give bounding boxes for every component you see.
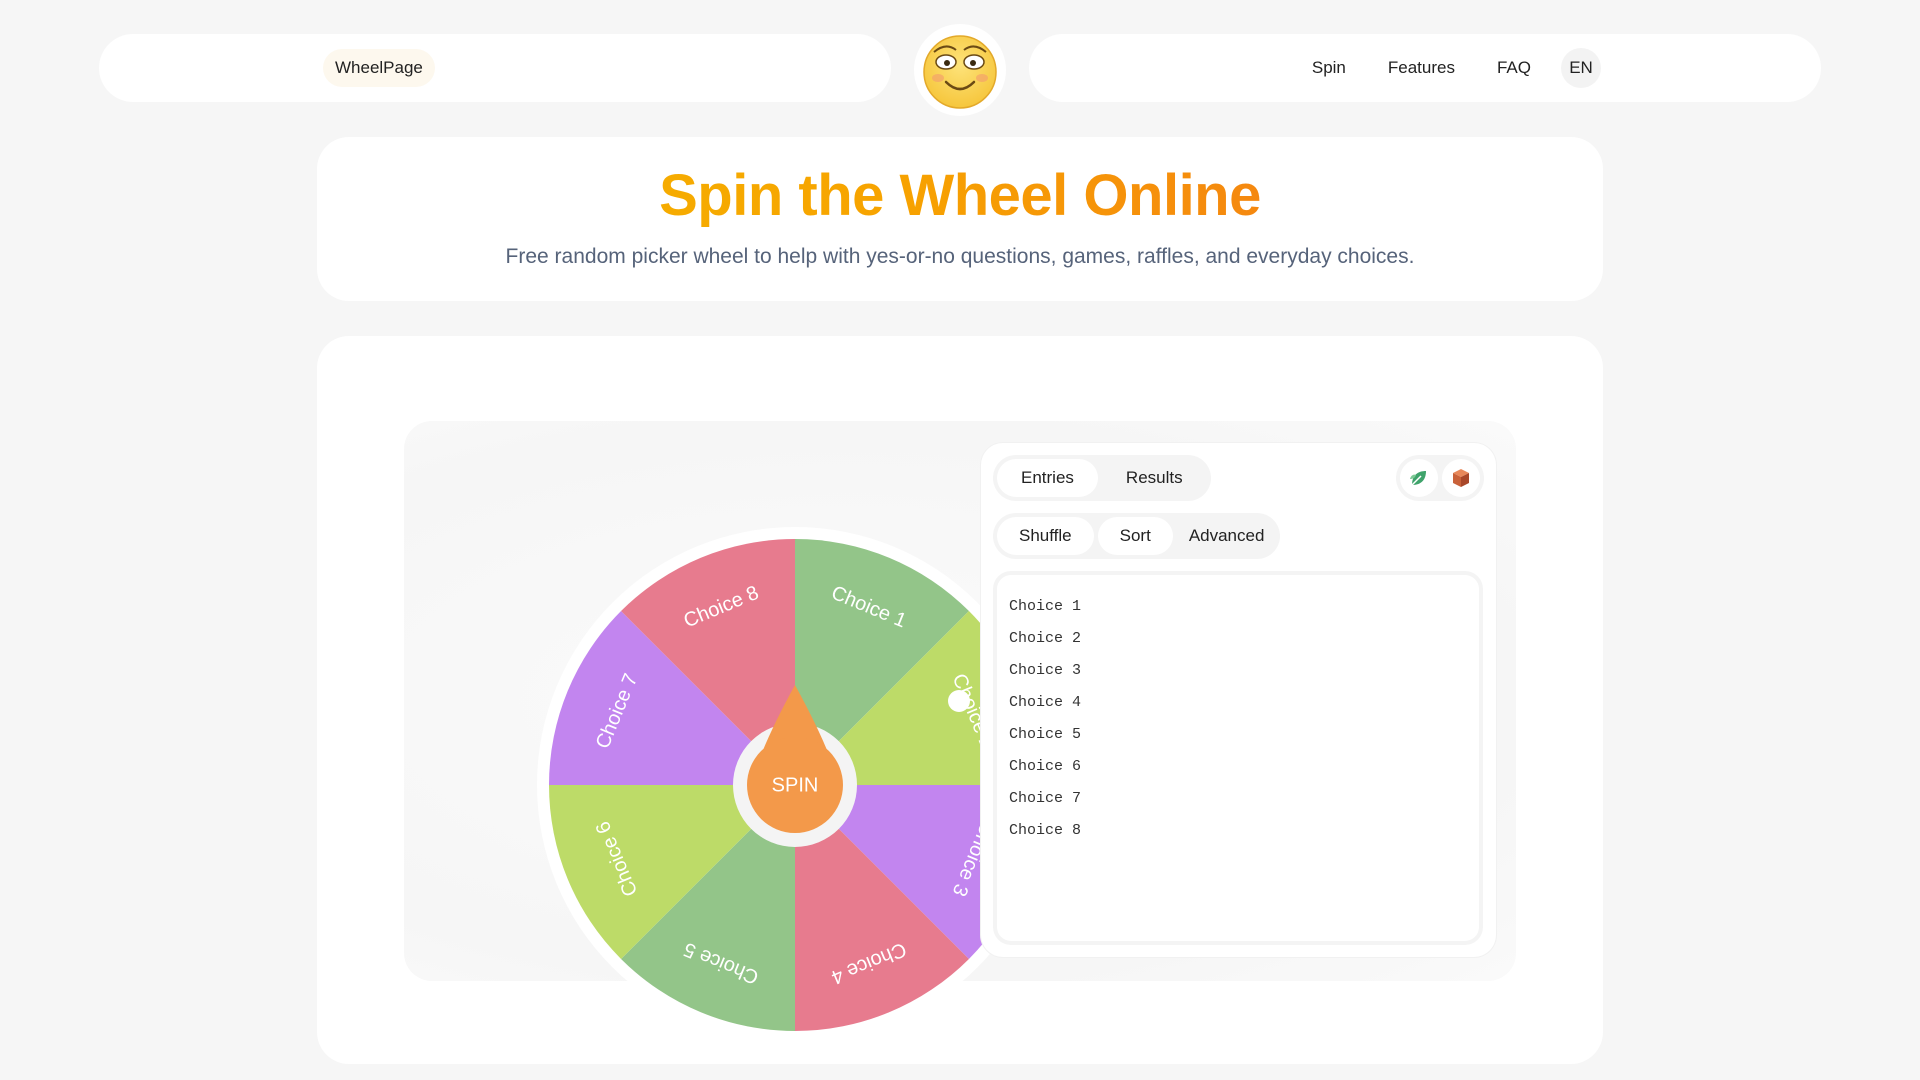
panel-tabs: Entries Results (993, 455, 1211, 501)
nav-links: Spin Features FAQ EN (1300, 48, 1601, 88)
presets-button[interactable] (1442, 459, 1480, 497)
wheel-container: Choice 1 Choice 2 Choice 3 Choice 4 Choice 5… (114, 84, 1053, 1043)
entry-tools: Shuffle Sort Advanced (993, 513, 1281, 559)
mascot-logo[interactable] (914, 24, 1006, 116)
tab-entries[interactable]: Entries (997, 459, 1098, 497)
header-right-bar: Spin Features FAQ EN (1029, 34, 1821, 102)
wheel[interactable]: Choice 1Choice 2Choice 3Choice 4Choice 5… (426, 442, 1053, 1043)
header-left-bar: WheelPage (99, 34, 891, 102)
nav-link-spin[interactable]: Spin (1300, 49, 1358, 87)
entry-line: Choice 3 (1009, 662, 1082, 679)
advanced-button[interactable]: Advanced (1177, 517, 1277, 555)
entry-line: Choice 7 (1009, 790, 1082, 807)
entries-panel: Entries Results Shuffle Sort Advanced Ch… (981, 443, 1496, 957)
tab-results[interactable]: Results (1102, 459, 1207, 497)
entry-line: Choice 4 (1009, 694, 1082, 711)
entries-textarea[interactable]: Choice 1 Choice 2 Choice 3 Choice 4 Choice 5… (993, 571, 1483, 945)
box-icon (1453, 469, 1469, 487)
entry-line: Choice 1 (1009, 598, 1082, 615)
language-switcher[interactable]: EN (1561, 48, 1601, 88)
entry-line: Choice 5 (1009, 726, 1082, 743)
leaf-icon (1410, 471, 1426, 486)
wheel-pointer-dot (948, 690, 970, 712)
brand-link[interactable]: WheelPage (323, 49, 435, 87)
entry-line: Choice 6 (1009, 758, 1082, 775)
sort-button[interactable]: Sort (1097, 517, 1173, 555)
theme-button[interactable] (1400, 459, 1438, 497)
entry-line: Choice 2 (1009, 630, 1082, 647)
page-title: Spin the Wheel Online (317, 161, 1603, 231)
page-subtitle: Free random picker wheel to help with ye… (505, 245, 1415, 268)
shuffle-button[interactable]: Shuffle (997, 517, 1094, 555)
smiley-face-icon (923, 35, 997, 109)
entry-line: Choice 8 (1009, 822, 1082, 839)
nav-link-faq[interactable]: FAQ (1485, 49, 1543, 87)
nav-link-features[interactable]: Features (1376, 49, 1467, 87)
panel-icon-group (1396, 455, 1484, 501)
spin-label: SPIN (772, 774, 819, 796)
hero-card: Spin the Wheel Online Free random picker… (317, 137, 1603, 301)
